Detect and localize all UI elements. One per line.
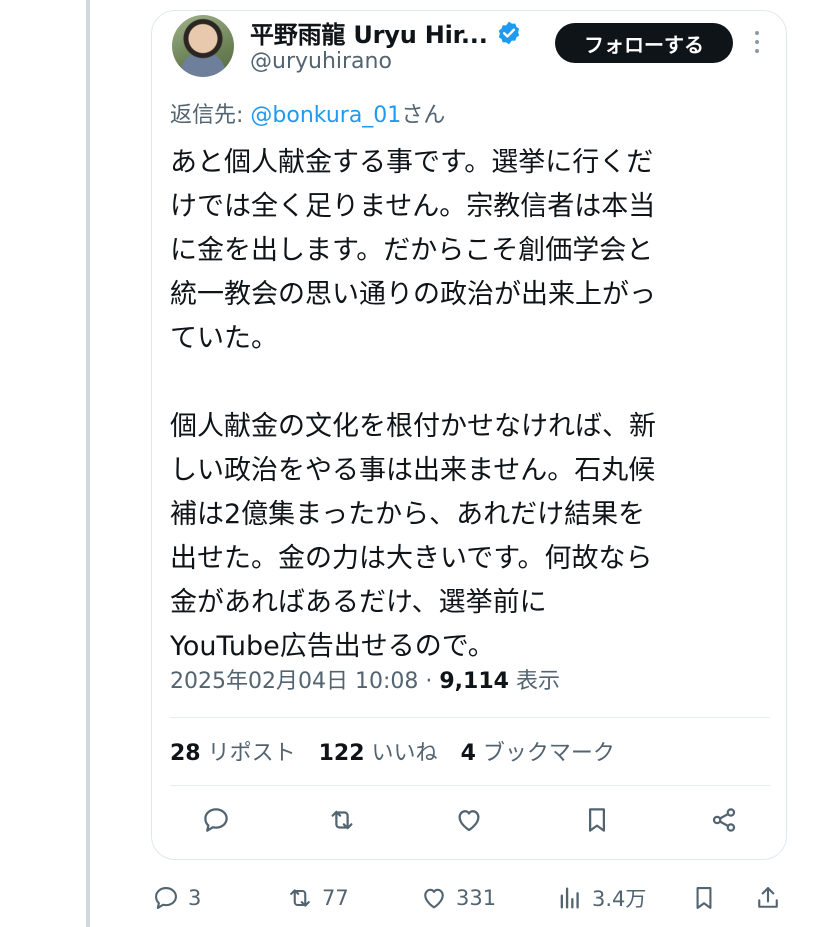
engagement-stats: 28 リポスト 122 いいね 4 ブックマーク (170, 735, 631, 767)
tweet-body: あと個人献金する事です。選挙に行くだ けでは全く足りません。宗教信者は本当 に金… (170, 141, 770, 669)
reposts-label: リポスト (200, 741, 296, 766)
follow-button[interactable]: フォローする (555, 23, 733, 63)
reply-prefix: 返信先: (170, 103, 251, 128)
repost-count: 77 (322, 886, 349, 910)
reposts-stat[interactable]: 28 リポスト (170, 741, 296, 766)
repost-button[interactable] (325, 803, 359, 837)
comment-icon (155, 887, 177, 909)
views-label: 表示 (508, 669, 560, 694)
tweet-line: 金があればあるだけ、選挙前に (170, 587, 547, 618)
author-name[interactable]: 平野雨龍 Uryu Hir... (250, 15, 488, 50)
meta-separator: · (418, 669, 440, 694)
tweet-meta: 2025年02月04日 10:08 · 9,114 表示 (170, 663, 560, 695)
author-row: 平野雨龍 Uryu Hir... (250, 15, 522, 50)
tweet-line: けでは全く足りません。宗教信者は本当 (170, 191, 656, 222)
tweet-line-blank (170, 361, 770, 405)
share-icon (712, 808, 736, 832)
bookmark-button[interactable] (580, 803, 614, 837)
like-button[interactable] (452, 803, 486, 837)
tweet-card: 平野雨龍 Uryu Hir... @uryuhirano フォローする 返信先:… (151, 10, 787, 860)
tweet-line: しい政治をやる事は出来ません。石丸候 (170, 455, 656, 486)
reply-mention-link[interactable]: @bonkura_01 (250, 103, 401, 128)
views-count-bottom: 3.4万 (592, 887, 647, 911)
bottom-share[interactable] (754, 878, 782, 918)
reply-count: 3 (188, 886, 202, 910)
bookmarks-count: 4 (460, 741, 476, 766)
bottom-reply[interactable]: 3 (152, 878, 201, 918)
comment-icon (204, 808, 228, 832)
reply-suffix: さん (401, 103, 446, 128)
bottom-views[interactable]: 3.4万 (556, 878, 646, 918)
heart-icon (458, 810, 480, 832)
bottom-bookmark[interactable] (690, 878, 718, 918)
tweet-line: 出せた。金の力は大きいです。何故なら (170, 543, 653, 574)
likes-count: 122 (318, 741, 365, 766)
bookmark-icon (696, 887, 712, 909)
timestamp-link[interactable]: 2025年02月04日 10:08 (170, 669, 418, 694)
share-button[interactable] (707, 803, 741, 837)
tweet-line: 統一教会の思い通りの政治が出来上がっ (170, 279, 656, 310)
avatar[interactable] (172, 15, 234, 77)
reply-button[interactable] (199, 803, 233, 837)
likes-stat[interactable]: 122 いいね (319, 741, 438, 766)
thread-line (86, 0, 90, 927)
tweet-line: 補は2億集まったから、あれだけ結果を (170, 499, 646, 530)
likes-label: いいね (364, 741, 438, 766)
tweet-line: あと個人献金する事です。選挙に行くだ (170, 147, 654, 178)
bottom-like[interactable]: 331 (420, 878, 496, 918)
repost-icon (331, 810, 353, 830)
bookmarks-stat[interactable]: 4 ブックマーク (461, 741, 615, 766)
divider (170, 717, 770, 718)
views-count: 9,114 (439, 669, 509, 694)
divider (170, 785, 770, 786)
like-count: 331 (456, 886, 497, 910)
author-handle[interactable]: @uryuhirano (250, 49, 392, 74)
upload-icon (758, 887, 778, 908)
more-dots-icon[interactable] (754, 29, 760, 55)
bookmark-icon (589, 808, 605, 832)
reply-context: 返信先: @bonkura_01さん (170, 97, 445, 129)
tweet-line: に金を出します。だからこそ創価学会と (170, 235, 654, 266)
tweet-line: ていた。 (170, 323, 278, 354)
repost-icon (290, 889, 310, 907)
tweet-line: 個人献金の文化を根付かせなければ、新 (170, 411, 656, 442)
bookmarks-label: ブックマーク (475, 741, 615, 766)
bar-chart-icon (560, 887, 579, 909)
reposts-count: 28 (170, 741, 201, 766)
verified-badge-icon (498, 21, 519, 44)
heart-icon (424, 888, 444, 909)
bottom-repost[interactable]: 77 (286, 878, 349, 918)
